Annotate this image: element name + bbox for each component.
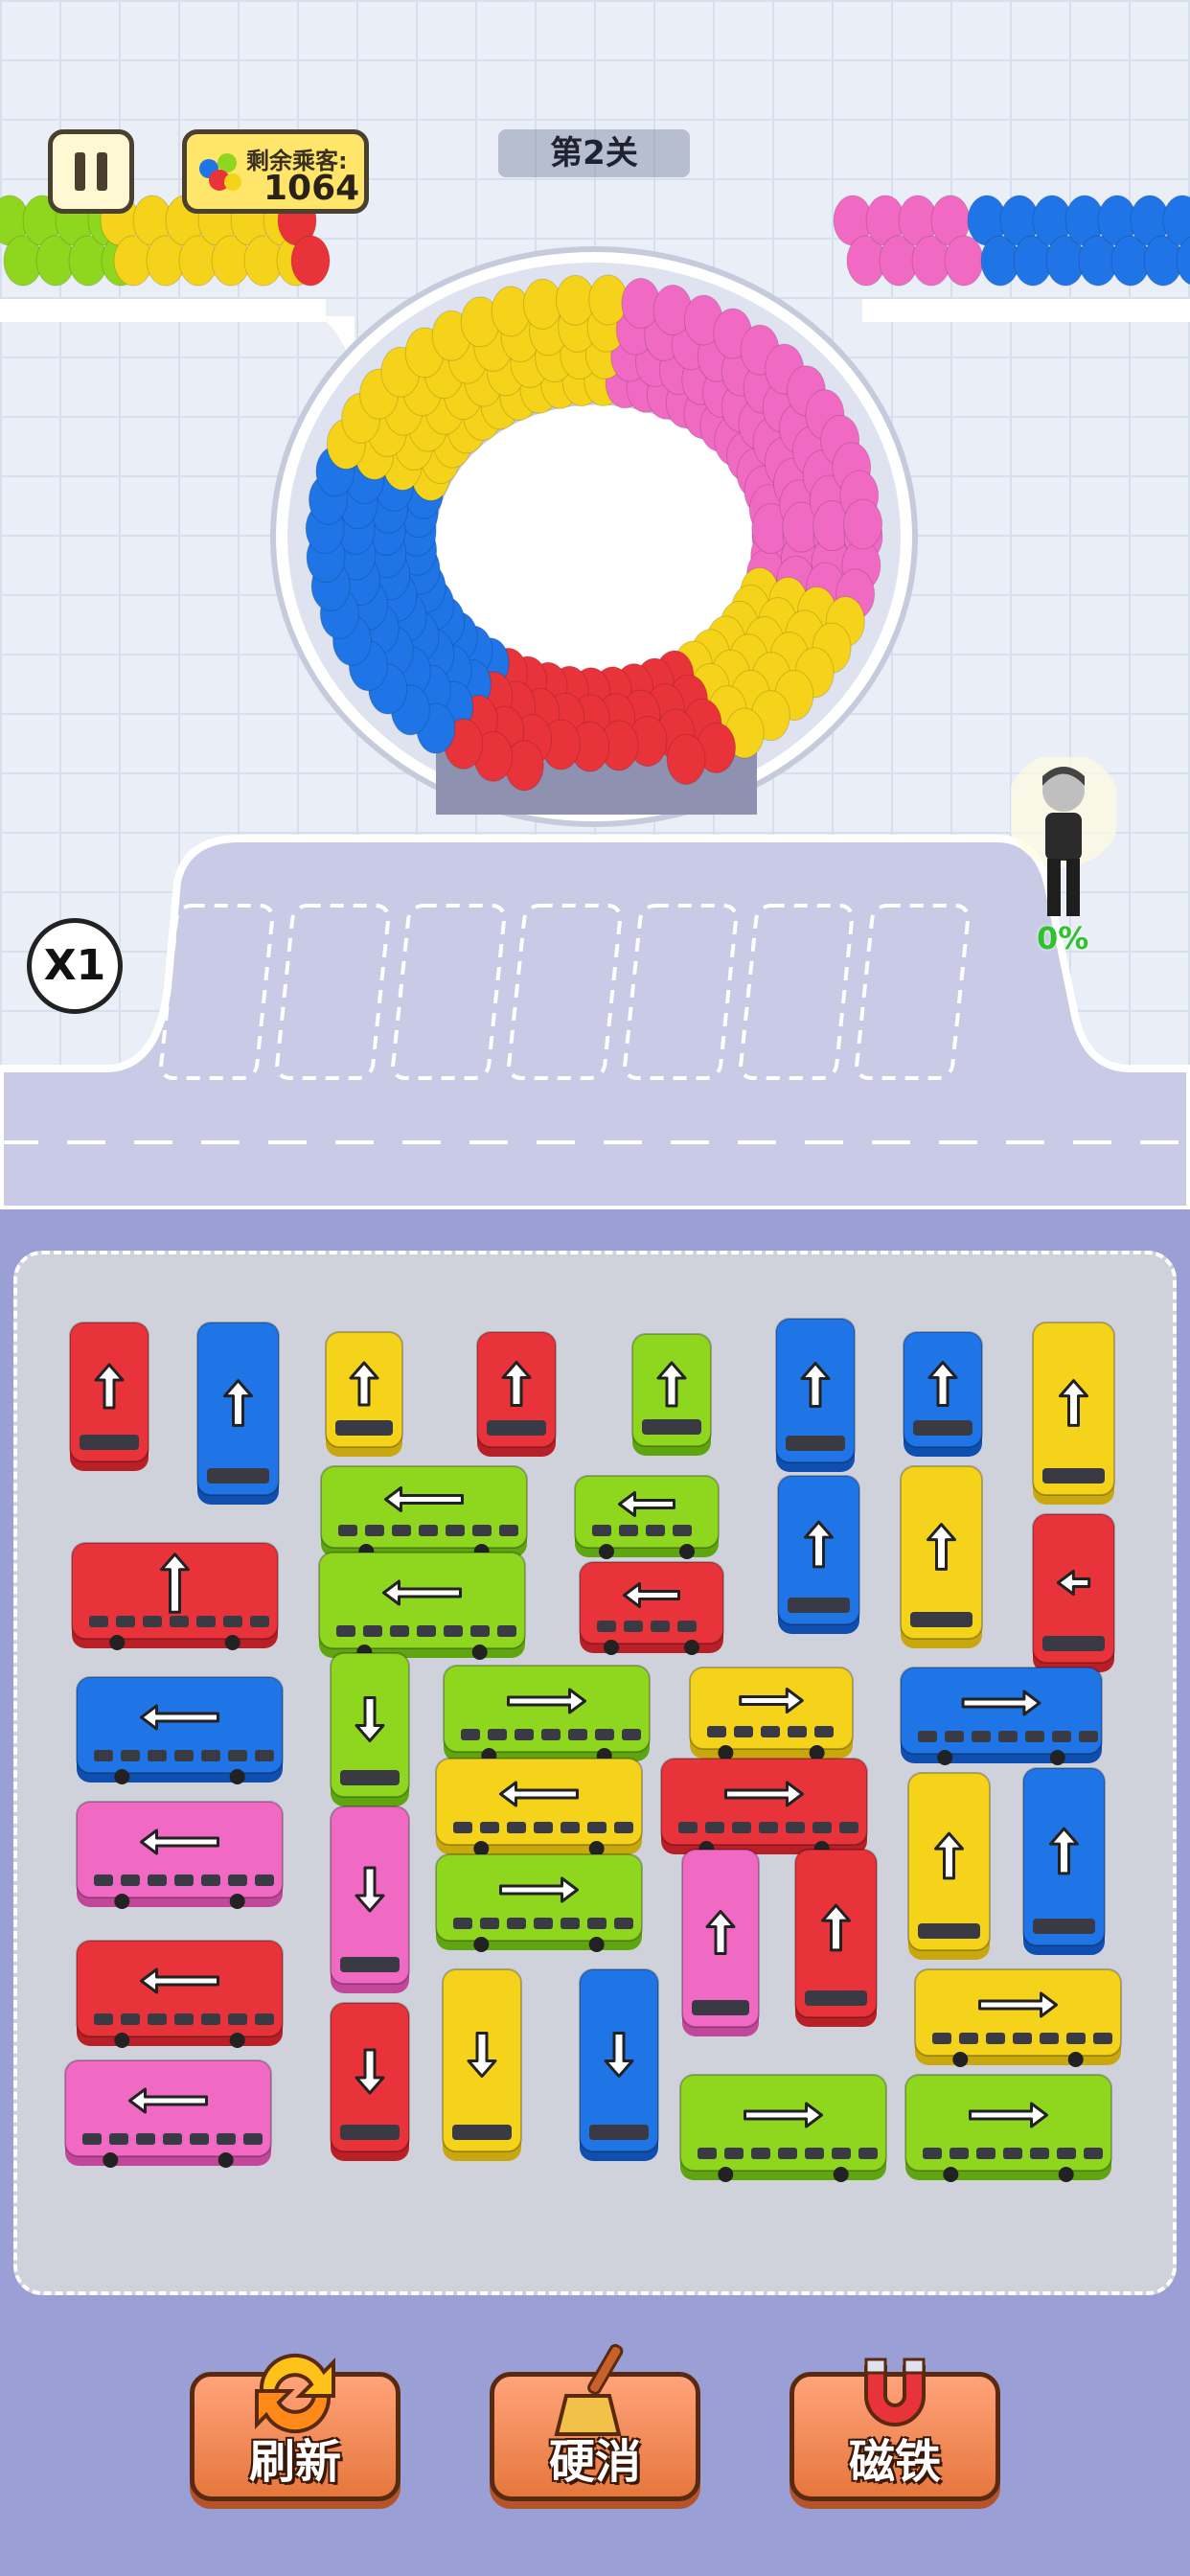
vehicle-red-left[interactable]	[579, 1561, 724, 1655]
vehicle-yellow-right[interactable]	[914, 1968, 1122, 2067]
attendant-figure	[1011, 757, 1116, 916]
vehicle-red-right[interactable]	[660, 1758, 868, 1856]
vehicle-blue-up[interactable]	[775, 1318, 856, 1472]
vehicle-red-up[interactable]	[476, 1331, 557, 1457]
vehicle-blue-up[interactable]	[1022, 1767, 1106, 1955]
vehicle-pink-left[interactable]	[76, 1801, 284, 1909]
parking-slot	[391, 904, 507, 1080]
vehicle-yellow-up[interactable]	[1032, 1322, 1115, 1505]
vehicle-yellow-up[interactable]	[900, 1465, 983, 1648]
vehicle-green-down[interactable]	[330, 1652, 410, 1806]
vehicle-blue-up[interactable]	[903, 1331, 983, 1457]
vehicle-yellow-down[interactable]	[442, 1968, 522, 2161]
speed-multiplier-button[interactable]: X1	[27, 918, 123, 1014]
vehicle-green-right[interactable]	[679, 2074, 887, 2182]
vehicle-red-left[interactable]	[1032, 1513, 1115, 1672]
vehicle-green-right[interactable]	[443, 1665, 651, 1763]
passengers-icon	[199, 153, 241, 191]
pause-button[interactable]	[48, 129, 134, 214]
vehicle-blue-up[interactable]	[777, 1475, 860, 1634]
vehicle-yellow-up[interactable]	[907, 1772, 991, 1960]
level-title: 第2关	[498, 129, 690, 177]
boarding-progress: 0%	[1037, 920, 1089, 956]
vehicle-green-left[interactable]	[574, 1475, 720, 1559]
vehicle-green-right[interactable]	[435, 1853, 643, 1952]
magnet-label: 磁铁	[848, 2435, 941, 2489]
clear-button[interactable]: 硬消	[490, 2343, 700, 2501]
refresh-button[interactable]: 刷新	[190, 2353, 400, 2501]
parking-slot	[855, 904, 971, 1080]
parking-slot	[739, 904, 855, 1080]
vehicle-red-up[interactable]	[69, 1322, 149, 1471]
magnet-button[interactable]: 磁铁	[790, 2358, 1000, 2501]
vehicle-blue-up[interactable]	[196, 1322, 280, 1505]
vehicle-red-left[interactable]	[76, 1940, 284, 2048]
vehicle-yellow-left[interactable]	[435, 1758, 643, 1856]
vehicle-yellow-up[interactable]	[325, 1331, 403, 1457]
vehicle-blue-left[interactable]	[76, 1676, 284, 1784]
vehicle-green-right[interactable]	[904, 2074, 1112, 2182]
vehicle-pink-left[interactable]	[64, 2059, 272, 2168]
remaining-passengers-panel: 剩余乘客: 1064	[182, 129, 369, 214]
vehicle-red-up[interactable]	[794, 1849, 878, 2027]
passenger-scene	[0, 0, 1190, 1209]
vehicle-pink-up[interactable]	[681, 1849, 760, 2036]
vehicle-red-up[interactable]	[71, 1542, 279, 1650]
refresh-label: 刷新	[248, 2435, 341, 2489]
vehicle-green-left[interactable]	[318, 1552, 526, 1660]
vehicle-yellow-right[interactable]	[689, 1667, 854, 1760]
parking-slot	[623, 904, 739, 1080]
parking-slot	[275, 904, 391, 1080]
vehicle-green-up[interactable]	[631, 1333, 712, 1456]
vehicle-blue-down[interactable]	[579, 1968, 659, 2161]
parking-slot	[159, 904, 275, 1080]
vehicle-pink-down[interactable]	[330, 1806, 410, 1993]
vehicle-green-left[interactable]	[320, 1465, 528, 1559]
remaining-passengers-count: 1064	[263, 169, 360, 208]
parking-slots	[159, 904, 971, 1080]
parking-slot	[507, 904, 623, 1080]
clear-label: 硬消	[548, 2435, 641, 2489]
vehicle-blue-right[interactable]	[900, 1667, 1103, 1765]
vehicle-red-down[interactable]	[330, 2002, 410, 2161]
